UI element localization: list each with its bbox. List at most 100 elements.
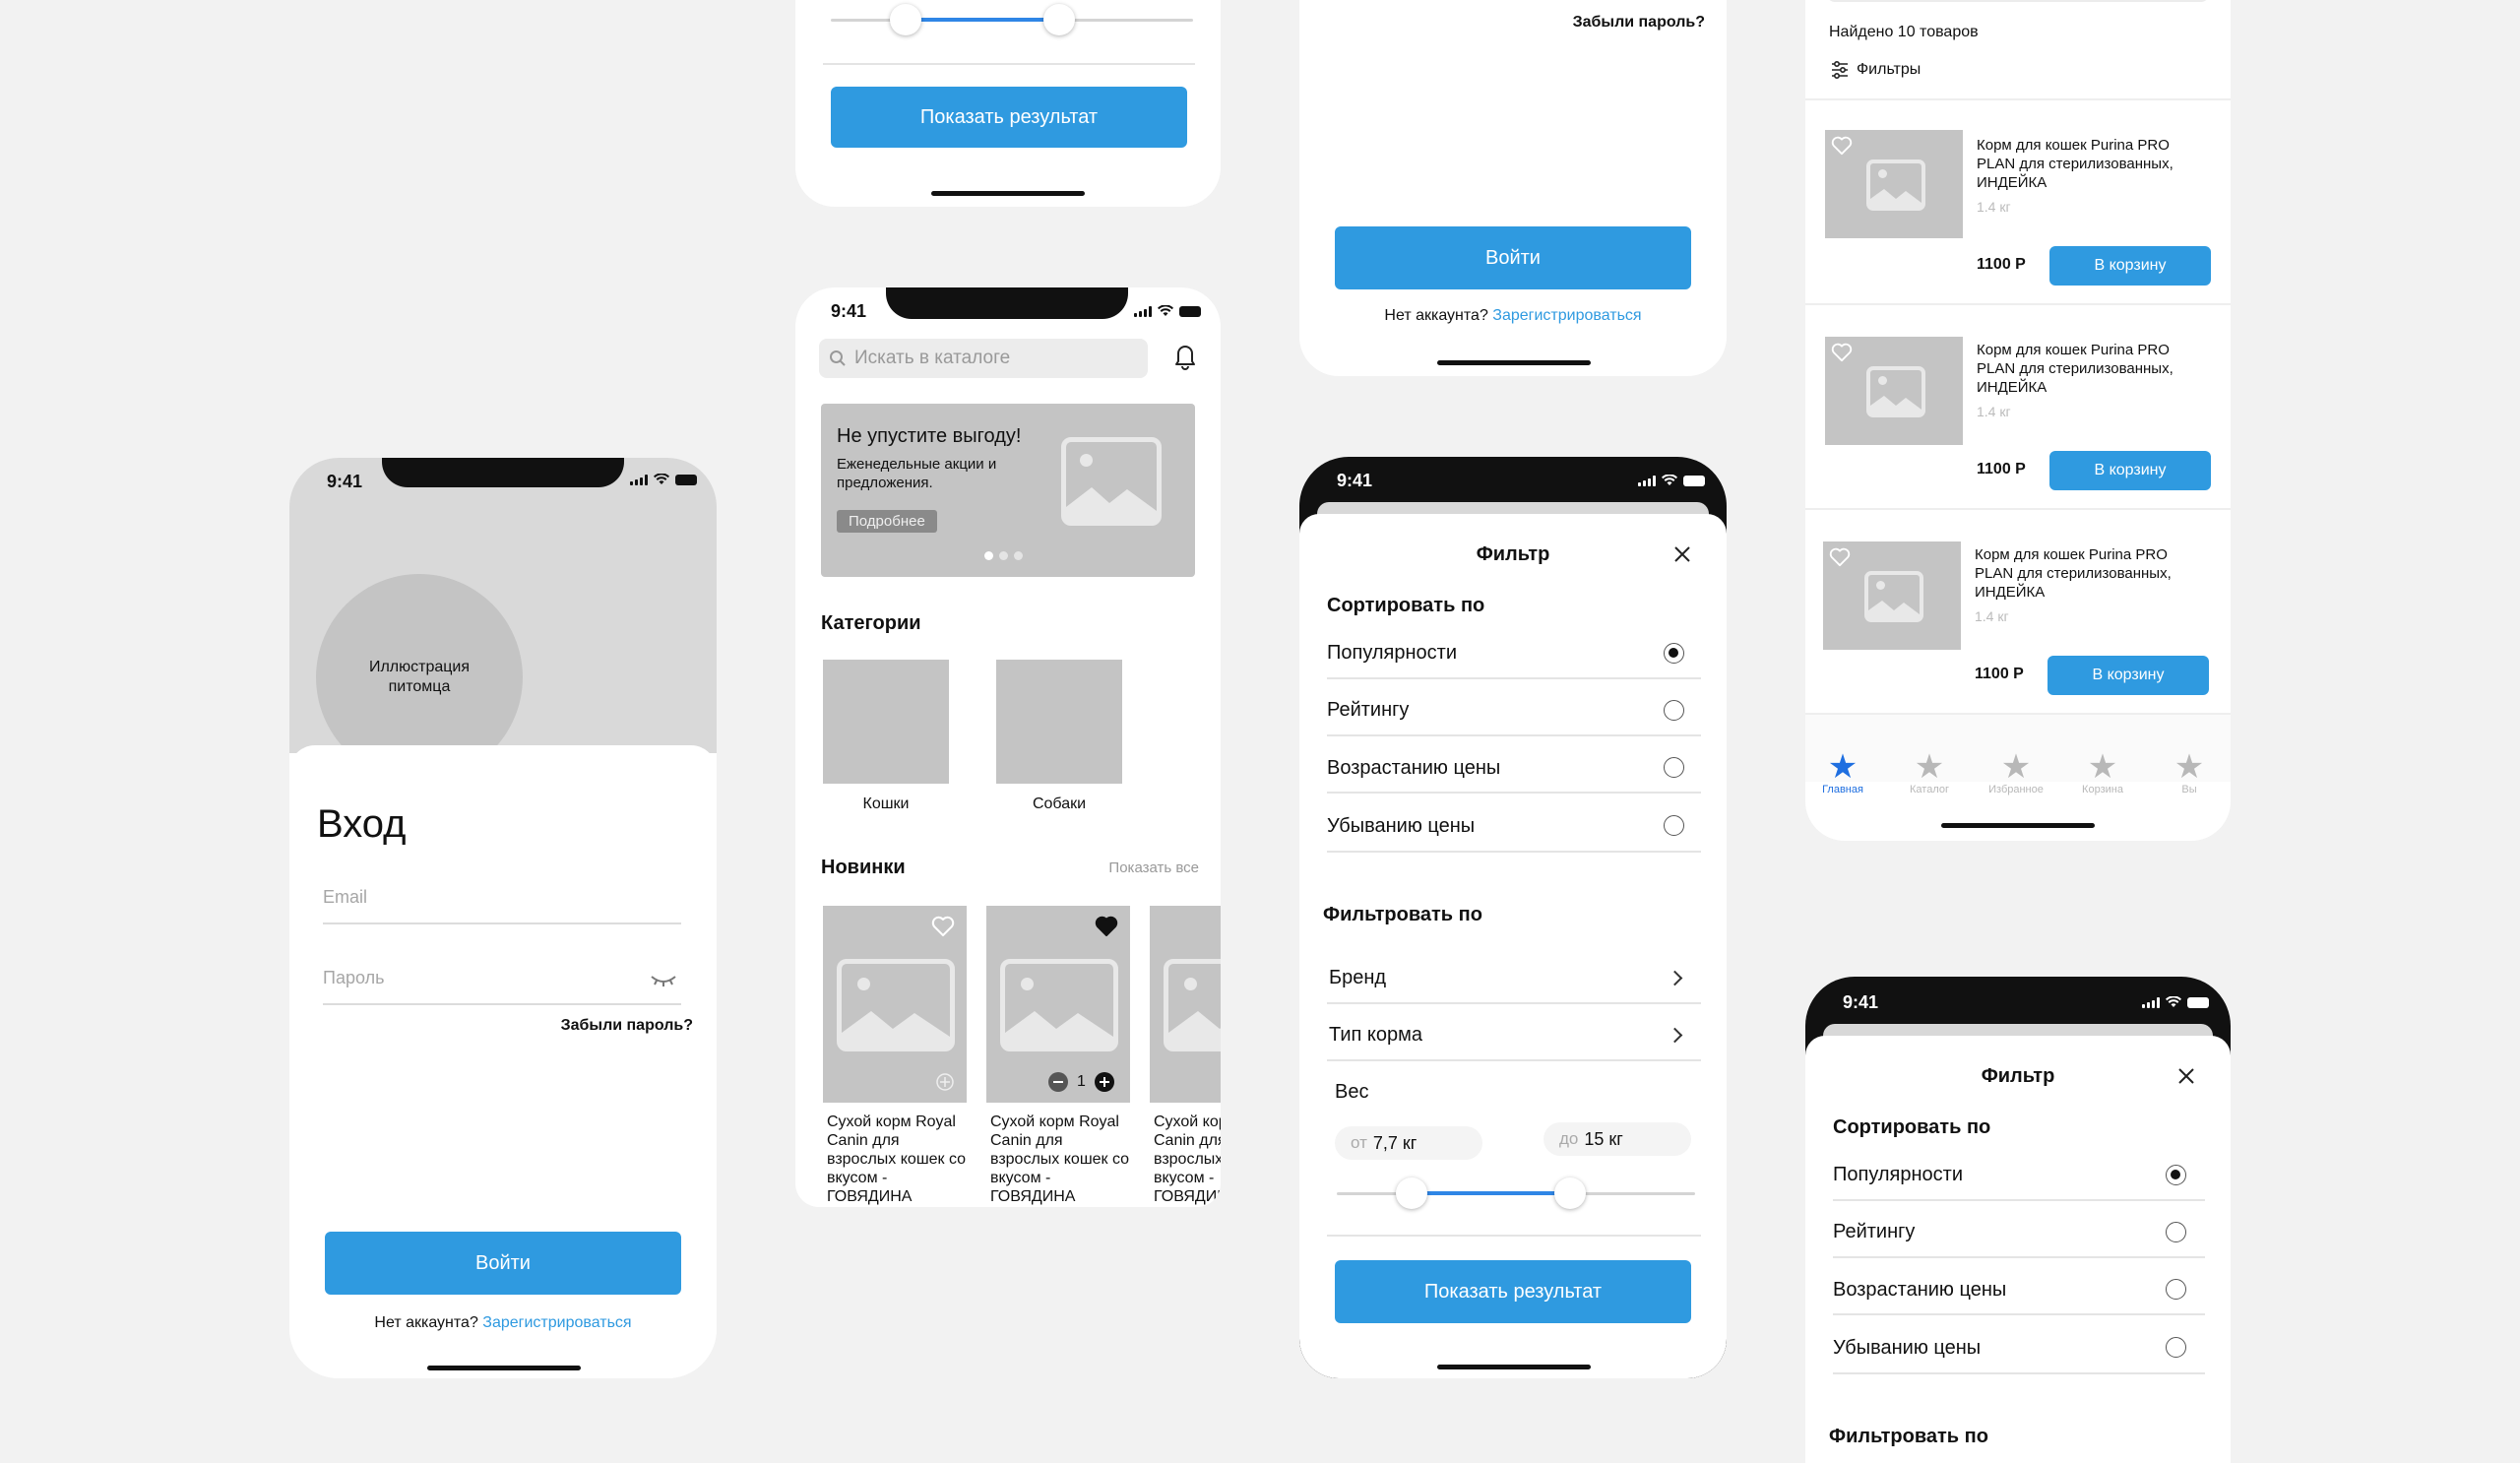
- heart-outline-icon[interactable]: [1829, 547, 1851, 567]
- banner-pagination: [984, 551, 1023, 560]
- weight-from-input[interactable]: от 7,7 кг: [1335, 1126, 1482, 1160]
- heart-outline-icon[interactable]: [1831, 136, 1853, 156]
- sliders-icon: [1832, 61, 1848, 79]
- battery-icon: [1179, 306, 1201, 317]
- divider: [1327, 1002, 1701, 1004]
- sort-option-price-desc[interactable]: Убыванию цены: [1833, 1337, 1981, 1360]
- category-cats-image[interactable]: [823, 660, 949, 784]
- tab-home[interactable]: ★ Главная: [1813, 750, 1872, 795]
- notch: [382, 458, 624, 487]
- category-dogs-label[interactable]: Собаки: [996, 795, 1122, 813]
- divider: [1805, 98, 2231, 100]
- radio-rating[interactable]: [2166, 1222, 2186, 1242]
- search-input[interactable]: Искать в каталоге: [854, 348, 1010, 369]
- pagination-dot-active[interactable]: [984, 551, 993, 560]
- login-button[interactable]: Войти: [325, 1232, 681, 1295]
- filters-button[interactable]: Фильтры: [1831, 61, 1921, 79]
- register-link[interactable]: Зарегистрироваться: [1492, 307, 1641, 324]
- radio-popularity[interactable]: [2166, 1165, 2186, 1185]
- banner-title: Не упустите выгоду!: [837, 425, 1022, 447]
- product-price: 1100 Р: [1975, 666, 2024, 682]
- show-all-link[interactable]: Показать все: [1108, 859, 1199, 876]
- product-name[interactable]: Корм для кошек Purina PRO PLAN для стери…: [1975, 545, 2197, 602]
- new-title: Новинки: [821, 857, 906, 878]
- from-prefix: от: [1351, 1133, 1367, 1152]
- password-field[interactable]: Пароль: [323, 968, 384, 988]
- email-field[interactable]: Email: [323, 887, 367, 908]
- sort-option-popularity[interactable]: Популярности: [1833, 1164, 1963, 1186]
- product-name[interactable]: Корм для кошек Purina PRO PLAN для стери…: [1977, 136, 2199, 192]
- sort-option-price-asc[interactable]: Возрастанию цены: [1327, 757, 1500, 780]
- image-placeholder-icon: [1000, 959, 1118, 1051]
- sort-title: Сортировать по: [1327, 595, 1485, 616]
- sort-option-price-desc[interactable]: Убыванию цены: [1327, 815, 1475, 838]
- filters-label: Фильтры: [1857, 61, 1922, 78]
- forgot-password-link[interactable]: Забыли пароль?: [1573, 14, 1705, 32]
- tab-profile[interactable]: ★ Вы: [2160, 750, 2219, 795]
- category-cats-label[interactable]: Кошки: [823, 795, 949, 813]
- weight-slider-min-handle[interactable]: [890, 4, 921, 35]
- filter-brand[interactable]: Бренд: [1329, 967, 1386, 989]
- no-account-label: Нет аккаунта?: [374, 1314, 478, 1331]
- star-icon: ★: [2000, 748, 2032, 786]
- sort-option-rating[interactable]: Рейтингу: [1833, 1221, 1915, 1243]
- close-icon[interactable]: [2177, 1067, 2195, 1085]
- register-row: Нет аккаунта? Зарегистрироваться: [1299, 307, 1727, 325]
- close-icon[interactable]: [1673, 545, 1691, 563]
- add-to-cart-button[interactable]: В корзину: [2049, 451, 2211, 490]
- show-result-button[interactable]: Показать результат: [1335, 1260, 1691, 1323]
- weight-slider-max-handle[interactable]: [1553, 1177, 1586, 1209]
- product-name[interactable]: Сухой корм Royal Canin для взрослых коше…: [990, 1113, 1132, 1206]
- product-name[interactable]: Сухой корм Royal Canin для взрослых коше…: [827, 1113, 969, 1206]
- product-price: 1100 Р: [1977, 461, 2026, 477]
- sort-option-price-asc[interactable]: Возрастанию цены: [1833, 1279, 2006, 1302]
- radio-price-desc[interactable]: [1664, 815, 1684, 836]
- status-icons: [1638, 475, 1705, 486]
- weight-slider-max-handle[interactable]: [1043, 4, 1075, 35]
- radio-price-asc[interactable]: [2166, 1279, 2186, 1300]
- login-button[interactable]: Войти: [1335, 226, 1691, 289]
- bell-icon[interactable]: [1173, 343, 1197, 370]
- filter-food-type[interactable]: Тип корма: [1329, 1024, 1422, 1047]
- product-name[interactable]: Сухой корм Royal Canin для взрослых коше…: [1154, 1113, 1221, 1206]
- status-time: 9:41: [1843, 992, 1879, 1012]
- radio-price-asc[interactable]: [1664, 757, 1684, 778]
- plus-icon[interactable]: [1094, 1071, 1115, 1093]
- heart-filled-icon[interactable]: [1095, 916, 1118, 937]
- tab-catalog[interactable]: ★ Каталог: [1900, 750, 1959, 795]
- image-placeholder-icon: [1866, 366, 1925, 417]
- heart-outline-icon[interactable]: [931, 916, 955, 937]
- add-to-cart-button[interactable]: В корзину: [2048, 656, 2209, 695]
- signal-icon: [630, 475, 648, 485]
- home-indicator: [427, 1366, 581, 1370]
- divider: [1805, 508, 2231, 510]
- image-placeholder-icon: [837, 959, 955, 1051]
- divider: [1327, 677, 1701, 679]
- minus-icon[interactable]: [1047, 1071, 1069, 1093]
- filter-title: Фильтр: [1981, 1065, 2055, 1087]
- pagination-dot[interactable]: [1014, 551, 1023, 560]
- eye-closed-icon[interactable]: [650, 974, 677, 987]
- register-link[interactable]: Зарегистрироваться: [482, 1314, 631, 1331]
- search-bar[interactable]: Искать в каталоге: [819, 339, 1148, 378]
- heart-outline-icon[interactable]: [1831, 343, 1853, 362]
- category-dogs-image[interactable]: [996, 660, 1122, 784]
- add-icon[interactable]: [935, 1072, 955, 1092]
- banner-more-button[interactable]: Подробнее: [837, 510, 937, 533]
- radio-rating[interactable]: [1664, 700, 1684, 721]
- divider: [1327, 1059, 1701, 1061]
- radio-popularity[interactable]: [1664, 643, 1684, 664]
- tab-cart[interactable]: ★ Корзина: [2073, 750, 2132, 795]
- radio-price-desc[interactable]: [2166, 1337, 2186, 1358]
- weight-to-input[interactable]: до 15 кг: [1544, 1122, 1691, 1156]
- product-name[interactable]: Корм для кошек Purina PRO PLAN для стери…: [1977, 341, 2199, 397]
- add-to-cart-button[interactable]: В корзину: [2049, 246, 2211, 286]
- status-time: 9:41: [831, 301, 867, 321]
- sort-option-popularity[interactable]: Популярности: [1327, 642, 1457, 665]
- forgot-password-link[interactable]: Забыли пароль?: [561, 1017, 693, 1035]
- sort-option-rating[interactable]: Рейтингу: [1327, 699, 1409, 722]
- show-result-button[interactable]: Показать результат: [831, 87, 1187, 148]
- pagination-dot[interactable]: [999, 551, 1008, 560]
- tab-favorites[interactable]: ★ Избранное: [1986, 750, 2046, 795]
- home-indicator: [1941, 823, 2095, 828]
